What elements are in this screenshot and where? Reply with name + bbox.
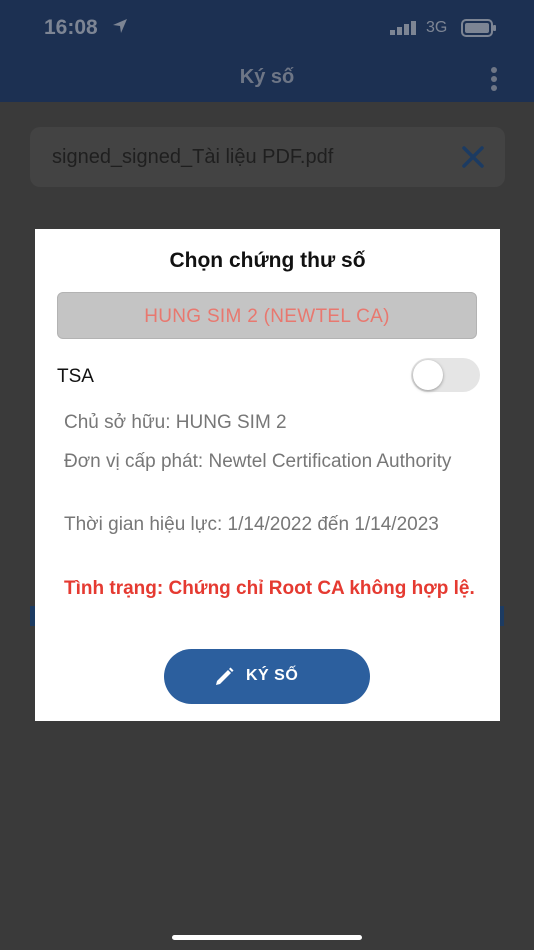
certificate-status-text: Tình trạng: Chứng chỉ Root CA không hợp … xyxy=(64,578,475,599)
owner-text: Chủ sở hữu: HUNG SIM 2 xyxy=(64,412,287,433)
sign-button[interactable]: KÝ SỐ xyxy=(164,649,370,704)
pen-icon xyxy=(213,666,235,693)
battery-icon xyxy=(461,19,497,42)
certificate-name: HUNG SIM 2 (NEWTEL CA) xyxy=(144,306,390,327)
close-icon[interactable] xyxy=(461,145,485,174)
status-bar: 16:08 3G xyxy=(0,0,534,56)
certificate-dialog: Chọn chứng thư số HUNG SIM 2 (NEWTEL CA)… xyxy=(35,229,500,721)
issuer-text: Đơn vị cấp phát: Newtel Certification Au… xyxy=(64,451,452,472)
file-name: signed_signed_Tài liệu PDF.pdf xyxy=(52,146,334,168)
location-arrow-icon xyxy=(112,18,128,39)
home-indicator[interactable] xyxy=(172,935,362,940)
tsa-toggle[interactable] xyxy=(411,358,480,392)
sign-button-label: KÝ SỐ xyxy=(246,667,299,684)
network-type: 3G xyxy=(426,19,448,36)
signal-icon xyxy=(390,21,418,40)
toggle-knob xyxy=(413,360,443,390)
status-time: 16:08 xyxy=(44,16,98,39)
selected-file-chip: signed_signed_Tài liệu PDF.pdf xyxy=(30,127,505,187)
validity-text: Thời gian hiệu lực: 1/14/2022 đến 1/14/2… xyxy=(64,514,439,535)
app-bar: Ký số xyxy=(0,56,534,102)
tsa-label: TSA xyxy=(57,366,94,387)
dialog-title: Chọn chứng thư số xyxy=(169,249,366,272)
page-title: Ký số xyxy=(239,66,295,88)
kebab-menu-icon[interactable] xyxy=(489,66,499,97)
certificate-select[interactable]: HUNG SIM 2 (NEWTEL CA) xyxy=(57,292,477,339)
